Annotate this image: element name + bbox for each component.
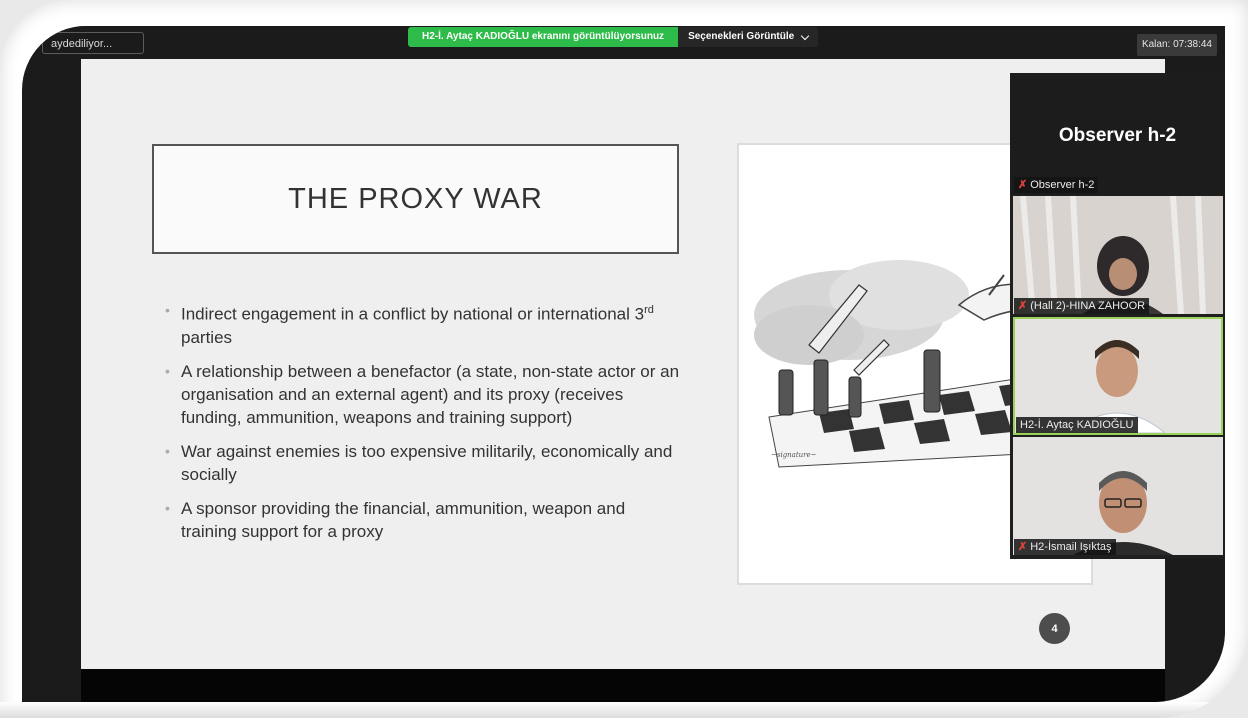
meeting-top-bar: aydediliyor... H2-İ. Aytaç KADIOĞLU ekra… [22, 26, 1225, 60]
participant-name-tag: ✗ (Hall 2)-HINA ZAHOOR [1014, 298, 1150, 314]
slide-page-number: 4 [1039, 613, 1070, 644]
slide-bottom-bar [81, 669, 1165, 702]
shared-slide: THE PROXY WAR • Indirect engagement in a… [81, 59, 1165, 669]
bullet-text: War against enemies is too expensive mil… [181, 441, 673, 484]
participant-video [1015, 319, 1221, 433]
remaining-time: Kalan: 07:38:44 [1136, 34, 1217, 56]
bullet-item: • A relationship between a benefactor (a… [165, 360, 685, 429]
participant-panel: Observer h-2 ✗ Observer h-2 ✗ (Hall 2)-H… [1010, 73, 1225, 559]
bullet-text: Indirect engagement in a conflict by nat… [181, 304, 645, 324]
participant-video-tile[interactable]: ✗ (Hall 2)-HINA ZAHOOR [1013, 196, 1223, 314]
zoom-window: aydediliyor... H2-İ. Aytaç KADIOĞLU ekra… [22, 26, 1225, 702]
participant-video [1013, 437, 1223, 555]
participant-name-tag: ✗ H2-İsmail Işıktaş [1014, 539, 1116, 555]
slide-bullet-list: • Indirect engagement in a conflict by n… [165, 299, 685, 554]
participant-video-tile-active[interactable]: H2-İ. Aytaç KADIOĞLU [1013, 317, 1223, 435]
chevron-down-icon [800, 31, 810, 40]
photo-frame: aydediliyor... H2-İ. Aytaç KADIOĞLU ekra… [0, 0, 1248, 718]
bullet-text: A sponsor providing the financial, ammun… [181, 498, 626, 541]
mic-muted-icon: ✗ [1018, 541, 1028, 553]
bullet-item: • Indirect engagement in a conflict by n… [165, 299, 685, 349]
view-options-label: Seçenekleri Görüntüle [688, 31, 795, 42]
bullet-text: A relationship between a benefactor (a s… [181, 361, 680, 427]
bullet-superscript: rd [644, 304, 654, 316]
participant-name: H2-İ. Aytaç KADIOĞLU [1020, 419, 1134, 431]
active-speaker-tile[interactable]: Observer h-2 ✗ Observer h-2 [1010, 73, 1225, 195]
frame-bottom-edge [0, 702, 1248, 718]
participant-video [1013, 196, 1223, 314]
active-speaker-name: Observer h-2 [1058, 125, 1177, 146]
bullet-dot-icon: • [165, 302, 170, 318]
participant-name-tag: ✗ Observer h-2 [1014, 177, 1099, 193]
svg-text:~signature~: ~signature~ [771, 451, 817, 459]
slide-title-box: THE PROXY WAR [152, 144, 679, 254]
bullet-item: • War against enemies is too expensive m… [165, 440, 685, 486]
bullet-text-tail: parties [181, 327, 233, 347]
participant-video-tile[interactable]: ✗ H2-İsmail Işıktaş [1013, 437, 1223, 555]
participant-name: (Hall 2)-HINA ZAHOOR [1030, 300, 1146, 312]
bullet-dot-icon: • [165, 499, 170, 516]
bullet-dot-icon: • [165, 442, 170, 459]
view-options-button[interactable]: Seçenekleri Görüntüle [678, 27, 819, 47]
mic-muted-icon: ✗ [1018, 300, 1028, 312]
screen-share-banner: H2-İ. Aytaç KADIOĞLU ekranını görüntülüy… [408, 27, 819, 47]
slide-title: THE PROXY WAR [288, 182, 543, 215]
participant-name: H2-İsmail Işıktaş [1030, 541, 1112, 553]
participant-name: Observer h-2 [1030, 179, 1095, 191]
mic-muted-icon: ✗ [1018, 179, 1028, 191]
share-status-text: H2-İ. Aytaç KADIOĞLU ekranını görüntülüy… [408, 27, 679, 47]
participant-name-tag: H2-İ. Aytaç KADIOĞLU [1016, 417, 1138, 433]
bullet-item: • A sponsor providing the financial, amm… [165, 497, 685, 543]
recording-indicator[interactable]: aydediliyor... [42, 32, 144, 54]
bullet-dot-icon: • [165, 362, 170, 379]
